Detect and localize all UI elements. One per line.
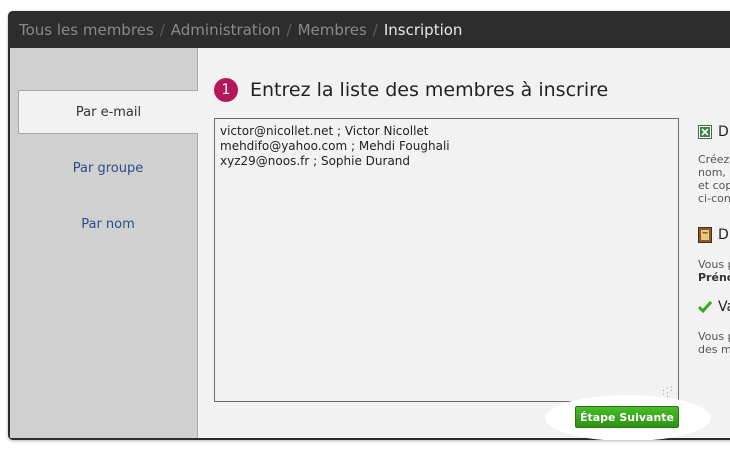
help-text-book-bold: Préno — [698, 271, 730, 284]
app-window: Tous les membres / Administration / Memb… — [8, 11, 730, 440]
sidebar-tab-label: Par e-mail — [75, 104, 142, 120]
breadcrumb-item-all-members[interactable]: Tous les membres — [19, 21, 154, 39]
resize-grip-icon[interactable]: .·: ·: — [662, 385, 674, 400]
help-item-book: D — [698, 227, 729, 243]
breadcrumb-item-members[interactable]: Membres — [298, 21, 367, 39]
step-title: Entrez la liste des membres à inscrire — [250, 79, 609, 101]
address-book-icon — [698, 227, 712, 243]
sidebar-tab-by-name[interactable]: Par nom — [18, 202, 198, 246]
breadcrumb-current: Inscription — [383, 20, 463, 39]
breadcrumb-item-administration[interactable]: Administration — [171, 21, 281, 39]
breadcrumb: Tous les membres / Administration / Memb… — [8, 11, 730, 48]
help-title-excel: D — [718, 124, 729, 140]
checkmark-icon — [698, 301, 712, 313]
help-title-validate: Va — [718, 299, 730, 315]
next-step-button[interactable]: Étape Suivante — [575, 406, 679, 428]
breadcrumb-separator: / — [372, 20, 378, 39]
help-title-book: D — [718, 227, 729, 243]
help-text-book-line: Vous p — [698, 258, 730, 271]
help-text-book: Vous pPréno — [698, 258, 730, 284]
excel-icon — [698, 125, 712, 139]
help-text-validate: Vous p des m — [698, 330, 730, 356]
sidebar-tab-label: Par groupe — [72, 160, 144, 176]
sidebar-tab-by-email[interactable]: Par e-mail — [18, 90, 198, 134]
step-header: 1 Entrez la liste des membres à inscrire — [214, 78, 608, 102]
main-panel: 1 Entrez la liste des membres à inscrire… — [198, 48, 730, 440]
page-content: Par e-mail Par groupe Par nom 1 Entrez l… — [10, 48, 730, 440]
sidebar-tab-by-group[interactable]: Par groupe — [18, 146, 198, 190]
help-text-excel: Créez nom, et cop ci-con — [698, 153, 730, 205]
sidebar: Par e-mail Par groupe Par nom — [10, 48, 198, 438]
sidebar-tab-label: Par nom — [81, 216, 135, 232]
help-item-validate: Va — [698, 299, 730, 315]
breadcrumb-separator: / — [286, 20, 292, 39]
members-list-input[interactable]: victor@nicollet.net ; Victor Nicollet me… — [214, 118, 679, 402]
step-number-badge: 1 — [214, 78, 238, 102]
breadcrumb-separator: / — [159, 20, 165, 39]
help-item-excel: D — [698, 124, 729, 140]
